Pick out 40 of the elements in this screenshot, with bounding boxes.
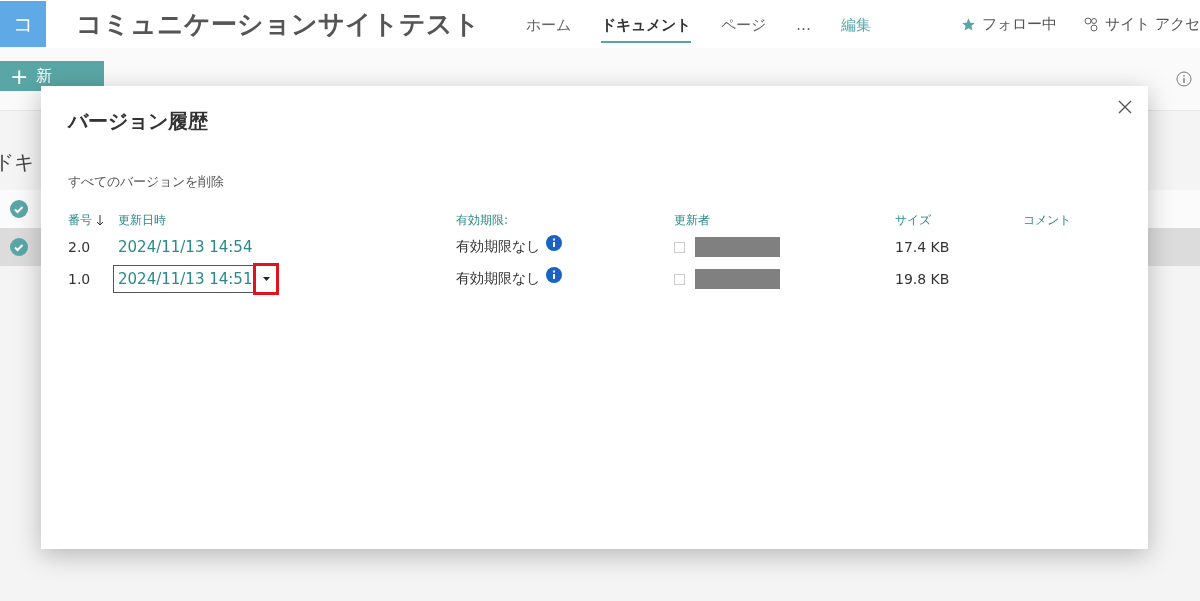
plus-icon: + bbox=[10, 63, 29, 89]
nav-link[interactable]: 編集 bbox=[841, 5, 871, 43]
nav-link[interactable]: ホーム bbox=[526, 5, 571, 43]
expiry-text: 有効期限なし bbox=[456, 238, 540, 256]
checkbox[interactable] bbox=[674, 241, 685, 253]
column-header[interactable]: 番号 bbox=[68, 211, 92, 229]
star-icon bbox=[961, 16, 977, 32]
library-title: ドキ bbox=[0, 149, 35, 176]
info-icon[interactable] bbox=[1176, 71, 1192, 87]
date-dropdown[interactable]: 2024/11/13 14:51 bbox=[113, 265, 278, 293]
delete-all-versions-link[interactable]: すべてのバージョンを削除 bbox=[68, 173, 224, 191]
check-circle-icon bbox=[10, 200, 28, 218]
size-text: 19.8 KB bbox=[895, 270, 951, 289]
info-icon[interactable] bbox=[546, 235, 562, 251]
sort-down-icon bbox=[96, 214, 104, 226]
nav-link[interactable]: … bbox=[796, 6, 811, 42]
site-logo[interactable]: コ bbox=[0, 1, 46, 47]
nav-link[interactable]: ドキュメント bbox=[601, 5, 691, 43]
dialog-title: バージョン履歴 bbox=[68, 108, 209, 135]
column-header[interactable]: 更新日時 bbox=[118, 211, 166, 229]
checkbox[interactable] bbox=[674, 273, 685, 285]
version-number: 2.0 bbox=[68, 238, 92, 257]
expiry-text: 有効期限なし bbox=[456, 270, 540, 288]
column-header[interactable]: 更新者 bbox=[674, 211, 710, 229]
site-access-link[interactable]: サイト アクセ bbox=[1105, 14, 1200, 34]
column-header[interactable]: サイズ bbox=[895, 211, 931, 229]
version-date-link[interactable]: 2024/11/13 14:54 bbox=[118, 238, 253, 256]
follow-link[interactable]: フォロー中 bbox=[982, 14, 1058, 34]
check-circle-icon bbox=[10, 238, 28, 256]
dropdown-button[interactable] bbox=[256, 266, 277, 292]
column-header[interactable]: コメント bbox=[1023, 211, 1071, 229]
nav-link[interactable]: ページ bbox=[721, 5, 766, 43]
info-icon[interactable] bbox=[546, 267, 562, 283]
size-text: 17.4 KB bbox=[895, 238, 951, 257]
new-button[interactable]: + 新 bbox=[0, 61, 104, 91]
column-header[interactable]: 有効期限: bbox=[456, 211, 509, 229]
people-icon bbox=[1083, 16, 1100, 32]
caret-icon bbox=[262, 277, 270, 281]
version-number: 1.0 bbox=[68, 270, 92, 289]
site-title: コミュニケーションサイトテスト bbox=[76, 7, 480, 41]
